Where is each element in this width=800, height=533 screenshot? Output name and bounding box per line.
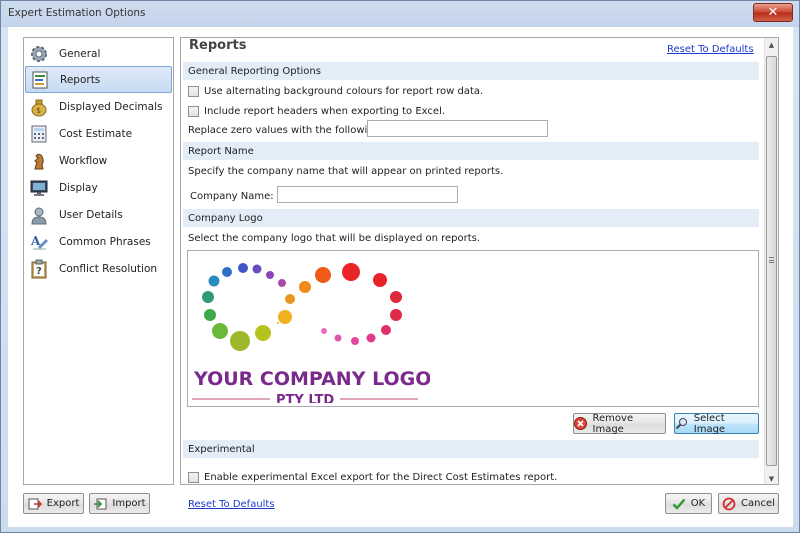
text-phrase-icon: A (28, 231, 50, 253)
dialog-body: General Reports $ Displayed Decimals Cos… (8, 27, 793, 527)
report-name-description: Specify the company name that will appea… (188, 166, 504, 177)
monitor-icon (28, 177, 50, 199)
import-label: Import (112, 498, 146, 509)
svg-text:?: ? (36, 266, 42, 277)
sidebar-item-displayed-decimals[interactable]: $ Displayed Decimals (25, 93, 172, 120)
zero-replacement-input[interactable] (367, 120, 548, 137)
select-image-label: Select Image (693, 412, 726, 435)
remove-image-label: Remove Image (592, 412, 634, 435)
sidebar-item-label: Common Phrases (59, 235, 151, 248)
footer-reset-to-defaults-link[interactable]: Reset To Defaults (188, 499, 275, 510)
options-sidebar: General Reports $ Displayed Decimals Cos… (23, 37, 174, 485)
sidebar-item-user-details[interactable]: User Details (25, 201, 172, 228)
sidebar-item-reports[interactable]: Reports (25, 66, 172, 93)
export-button[interactable]: Export (23, 493, 84, 514)
sidebar-item-general[interactable]: General (25, 40, 172, 67)
headers-label: Include report headers when exporting to… (204, 106, 446, 117)
section-header-report-name: Report Name (183, 142, 759, 160)
sidebar-item-conflict-resolution[interactable]: ? Conflict Resolution (25, 255, 172, 282)
sidebar-item-cost-estimate[interactable]: Cost Estimate (25, 120, 172, 147)
company-name-input[interactable] (277, 186, 458, 203)
close-button[interactable]: ✕ (753, 3, 793, 22)
sidebar-item-label: Conflict Resolution (59, 262, 158, 275)
section-header-company-logo: Company Logo (183, 209, 759, 227)
experimental-excel-option[interactable]: Enable experimental Excel export for the… (188, 472, 557, 483)
chess-piece-icon (28, 150, 50, 172)
vertical-scrollbar[interactable]: ▲ ▼ (764, 38, 778, 484)
remove-image-button[interactable]: Remove Image (573, 412, 666, 435)
window-title: Expert Estimation Options (8, 7, 146, 19)
remove-icon (574, 417, 588, 431)
alt-bg-option[interactable]: Use alternating background colours for r… (188, 86, 483, 97)
user-icon (28, 204, 50, 226)
experimental-excel-checkbox[interactable] (188, 472, 199, 483)
headers-option[interactable]: Include report headers when exporting to… (188, 106, 445, 117)
section-header-general: General Reporting Options (183, 62, 759, 80)
svg-text:$: $ (36, 106, 41, 115)
company-name-label: Company Name: (190, 191, 274, 202)
sidebar-item-label: User Details (59, 208, 123, 221)
import-icon (93, 497, 107, 511)
sidebar-item-label: Display (59, 181, 98, 194)
scroll-down-arrow-icon[interactable]: ▼ (765, 472, 778, 484)
sidebar-item-label: General (59, 47, 101, 60)
close-icon: ✕ (767, 5, 779, 20)
export-label: Export (46, 498, 80, 509)
company-logo-image: YOUR COMPANY LOGO PTY LTD (192, 263, 430, 403)
cancel-button[interactable]: Cancel (718, 493, 779, 514)
headers-checkbox[interactable] (188, 106, 199, 117)
logo-company-text: YOUR COMPANY LOGO (193, 368, 430, 390)
logo-subtext: PTY LTD (276, 393, 334, 403)
sidebar-item-label: Displayed Decimals (59, 100, 163, 113)
checkmark-icon (672, 497, 686, 511)
calculator-icon (28, 123, 50, 145)
options-window: Expert Estimation Options ✕ General Repo… (0, 0, 800, 533)
scroll-up-arrow-icon[interactable]: ▲ (765, 38, 778, 52)
company-logo-preview: YOUR COMPANY LOGO PTY LTD (187, 250, 759, 407)
alt-bg-checkbox[interactable] (188, 86, 199, 97)
experimental-excel-label: Enable experimental Excel export for the… (204, 472, 558, 483)
sidebar-item-label: Cost Estimate (59, 127, 133, 140)
cancel-icon (722, 497, 736, 511)
sidebar-item-display[interactable]: Display (25, 174, 172, 201)
import-button[interactable]: Import (89, 493, 150, 514)
alt-bg-label: Use alternating background colours for r… (204, 86, 484, 97)
ok-label: OK (690, 498, 706, 509)
clipboard-question-icon: ? (28, 258, 50, 280)
sidebar-item-label: Workflow (59, 154, 108, 167)
scrollbar-thumb[interactable] (766, 56, 777, 466)
company-logo-description: Select the company logo that will be dis… (188, 233, 481, 244)
select-image-button[interactable]: Select Image (674, 412, 759, 435)
page-title: Reports (189, 38, 247, 53)
money-bag-icon: $ (28, 96, 50, 118)
export-icon (28, 497, 42, 511)
ok-button[interactable]: OK (665, 493, 712, 514)
reports-panel: Reports Reset To Defaults General Report… (180, 37, 779, 485)
gear-icon (28, 43, 50, 65)
sidebar-item-workflow[interactable]: Workflow (25, 147, 172, 174)
sidebar-item-common-phrases[interactable]: A Common Phrases (25, 228, 172, 255)
section-header-experimental: Experimental (183, 440, 759, 458)
title-bar: Expert Estimation Options ✕ (1, 1, 799, 27)
report-icon (29, 69, 51, 91)
reset-to-defaults-link[interactable]: Reset To Defaults (667, 44, 754, 55)
sidebar-item-label: Reports (60, 73, 101, 86)
magnifier-icon (675, 417, 689, 431)
cancel-label: Cancel (741, 498, 775, 509)
